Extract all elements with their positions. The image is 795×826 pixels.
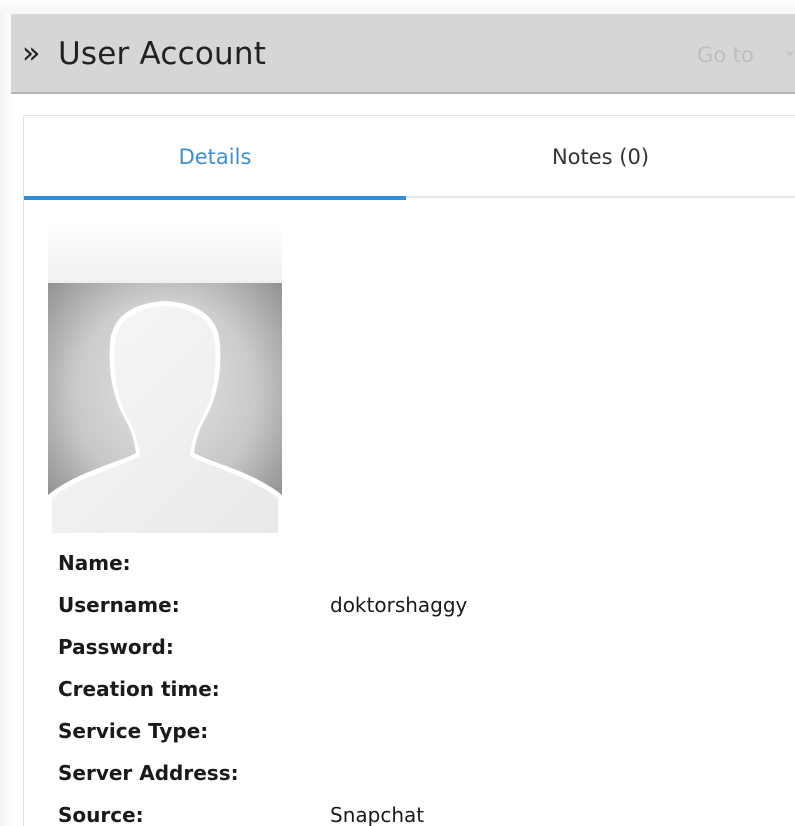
panel-header: » User Account Go to — [11, 14, 795, 94]
detail-label: Server Address: — [58, 761, 239, 785]
detail-row-source: Source: Snapchat — [58, 794, 758, 826]
tab-bar: Details Notes (0) — [24, 116, 795, 200]
avatar — [48, 223, 282, 533]
detail-value: doktorshaggy — [330, 593, 468, 617]
detail-row-server-address: Server Address: — [58, 752, 758, 794]
detail-label: Name: — [58, 551, 131, 575]
active-tab-indicator — [24, 196, 406, 200]
detail-label: Password: — [58, 635, 174, 659]
detail-label: Username: — [58, 593, 180, 617]
double-chevron-right-icon[interactable]: » — [22, 34, 40, 74]
tab-notes[interactable]: Notes (0) — [406, 116, 795, 198]
detail-label: Creation time: — [58, 677, 220, 701]
tab-notes-label: Notes (0) — [551, 145, 650, 169]
detail-row-password: Password: — [58, 626, 758, 668]
goto-dropdown[interactable]: Go to — [697, 42, 754, 68]
top-strip — [0, 0, 795, 14]
user-silhouette-icon — [48, 223, 282, 533]
tab-details[interactable]: Details — [24, 116, 406, 200]
left-shade — [0, 14, 11, 826]
caret-down-icon[interactable] — [786, 52, 794, 57]
detail-row-creation-time: Creation time: — [58, 668, 758, 710]
detail-row-username: Username: doktorshaggy — [58, 584, 758, 626]
details-card: Details Notes (0) Name: Username: doktor… — [23, 115, 795, 826]
user-account-page: » User Account Go to Details Notes (0) N… — [0, 0, 795, 826]
detail-label: Service Type: — [58, 719, 209, 743]
account-details-list: Name: Username: doktorshaggy Password: C… — [58, 542, 758, 826]
detail-row-service-type: Service Type: — [58, 710, 758, 752]
tab-details-label: Details — [178, 145, 252, 169]
page-title: User Account — [58, 36, 267, 72]
detail-value: Snapchat — [330, 803, 425, 826]
detail-row-name: Name: — [58, 542, 758, 584]
detail-label: Source: — [58, 803, 144, 826]
